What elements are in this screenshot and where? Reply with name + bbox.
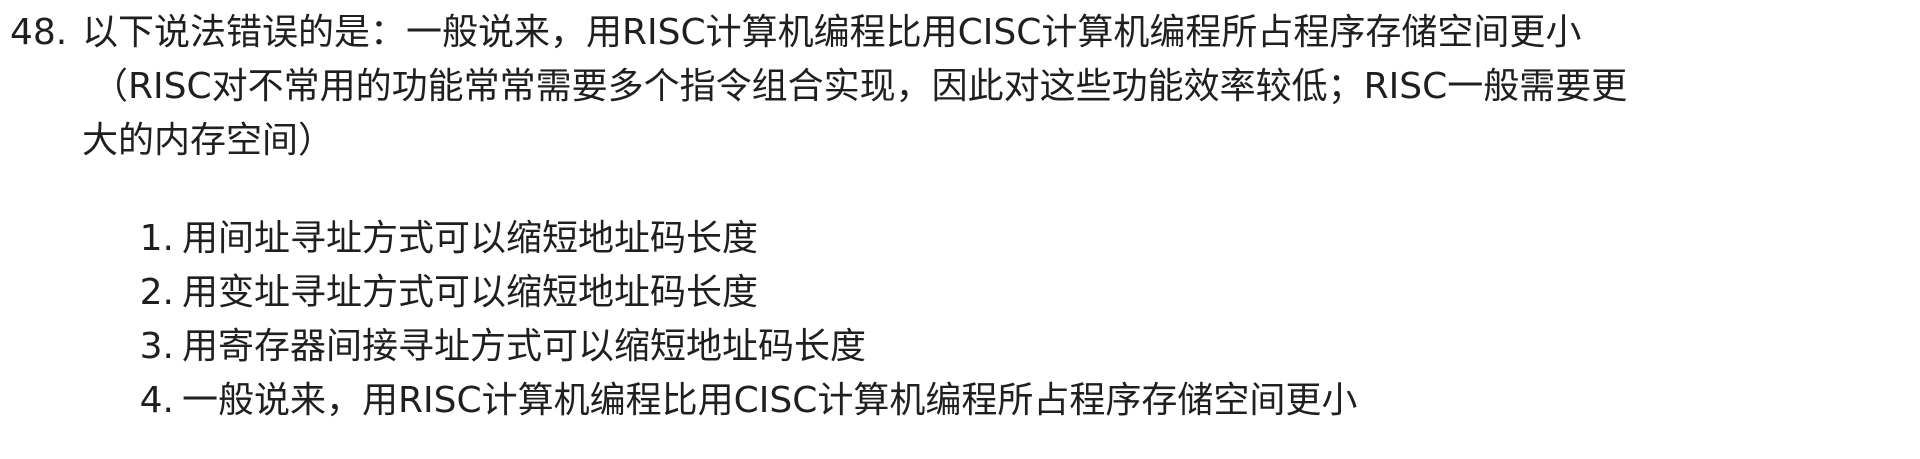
option-text: 一般说来，用RISC计算机编程比用CISC计算机编程所占程序存储空间更小 — [182, 380, 1358, 421]
option-number: 4. — [139, 380, 174, 421]
option-text: 用间址寻址方式可以缩短地址码长度 — [182, 218, 759, 259]
option-number: 1. — [139, 218, 174, 259]
option-item-1: 1. 用间址寻址方式可以缩短地址码长度 — [82, 212, 1357, 266]
question-number: 48. — [10, 12, 68, 53]
option-number: 3. — [139, 326, 174, 367]
option-text: 用寄存器间接寻址方式可以缩短地址码长度 — [182, 326, 867, 367]
option-text: 用变址寻址方式可以缩短地址码长度 — [182, 272, 759, 313]
option-list: 1. 用间址寻址方式可以缩短地址码长度 2. 用变址寻址方式可以缩短地址码长度 … — [82, 212, 1358, 428]
question-block: 48. 以下说法错误的是：一般说来，用RISC计算机编程比用CISC计算机编程所… — [0, 0, 1920, 459]
question-explanation-line-2: 大的内存空间） — [82, 120, 335, 161]
question-explanation-line-1: （RISC对不常用的功能常常需要多个指令组合实现，因此对这些功能效率较低；RIS… — [92, 66, 1628, 107]
question-stem: 以下说法错误的是：一般说来，用RISC计算机编程比用CISC计算机编程所占程序存… — [82, 12, 1582, 53]
option-number: 2. — [139, 272, 174, 313]
question-body: 以下说法错误的是：一般说来，用RISC计算机编程比用CISC计算机编程所占程序存… — [82, 6, 1907, 168]
option-item-2: 2. 用变址寻址方式可以缩短地址码长度 — [82, 266, 1357, 320]
option-item-4: 4. 一般说来，用RISC计算机编程比用CISC计算机编程所占程序存储空间更小 — [82, 374, 1358, 428]
option-item-3: 3. 用寄存器间接寻址方式可以缩短地址码长度 — [82, 320, 1357, 374]
